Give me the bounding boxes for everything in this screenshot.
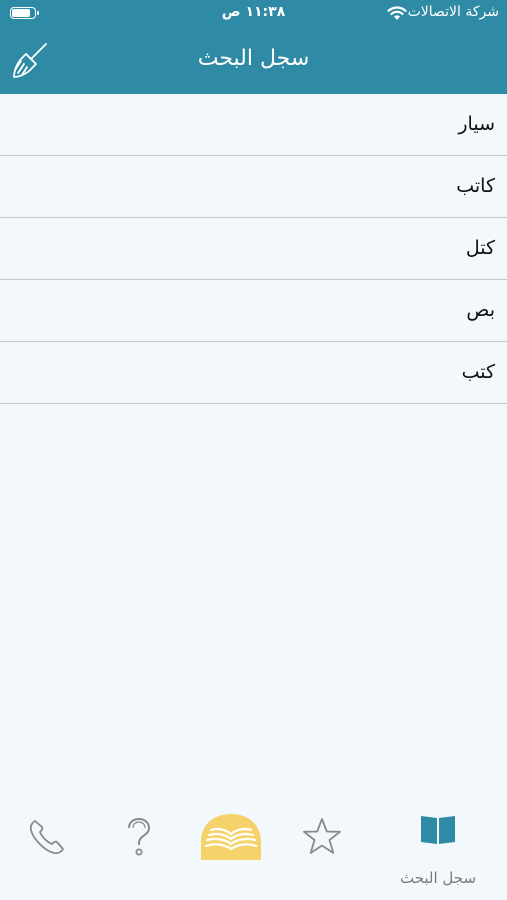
tab-center-background [201, 814, 261, 860]
status-bar: ١١:٣٨ ص شركة الاتصالات [0, 0, 507, 28]
tab-help[interactable] [120, 816, 156, 858]
open-book-icon [421, 816, 455, 844]
history-word: كاتب [456, 175, 495, 197]
history-word: سيار [458, 113, 495, 135]
star-icon [303, 818, 341, 854]
list-item[interactable]: كتب [0, 342, 507, 404]
tab-favorites[interactable] [300, 815, 344, 859]
list-item[interactable]: بص [0, 280, 507, 342]
tab-phone[interactable] [26, 816, 68, 858]
history-word: بص [466, 299, 495, 321]
history-word: كتل [465, 237, 495, 259]
list-item[interactable]: سيار [0, 94, 507, 156]
history-word: كتب [461, 361, 495, 383]
list-item[interactable]: كاتب [0, 156, 507, 218]
wifi-icon [387, 6, 407, 20]
carrier-name: شركة الاتصالات [407, 4, 499, 20]
tab-search-history-label[interactable]: سجل البحث [370, 869, 506, 887]
page-title: سجل البحث [197, 46, 310, 71]
tab-search-history[interactable] [418, 812, 458, 846]
tab-quran[interactable] [200, 812, 262, 862]
search-history-list: سيار كاتب كتل بص كتب [0, 94, 507, 404]
quran-book-icon [201, 814, 261, 860]
question-mark-icon [128, 817, 151, 856]
phone-icon [29, 820, 64, 855]
list-item[interactable]: كتل [0, 218, 507, 280]
nav-bar: سجل البحث [0, 28, 507, 94]
